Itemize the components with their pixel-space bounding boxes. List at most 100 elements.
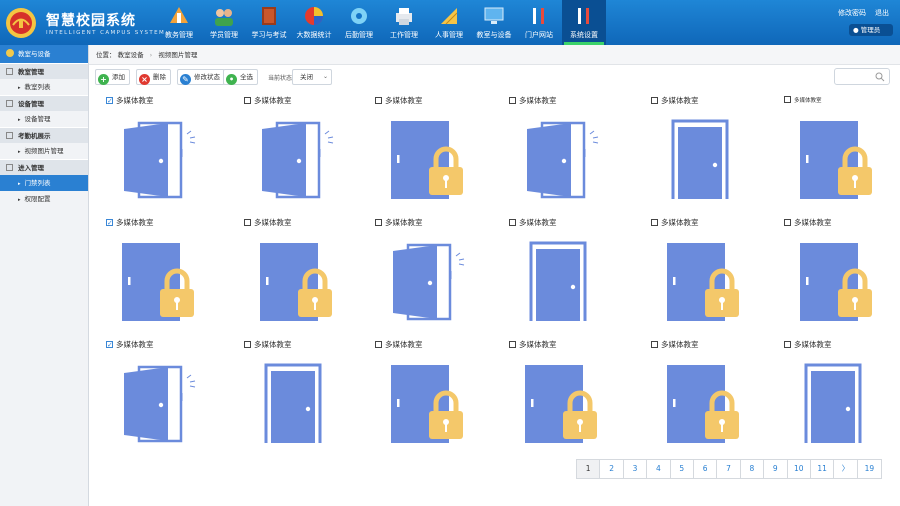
door-card[interactable]: 多媒体教室 [244,217,364,335]
select-checkbox[interactable] [784,96,791,103]
door-card[interactable]: 多媒体教室 [106,95,226,213]
nav-hr[interactable]: 人事管理 [427,0,471,45]
add-button[interactable]: + 添加 [95,69,130,85]
select-checkbox[interactable] [509,341,516,348]
open-door-icon[interactable] [509,109,609,209]
sidebar-item-device-manage[interactable]: 设备管理 [0,111,88,127]
locked-door-icon[interactable] [784,109,884,209]
sidebar-group-classroom[interactable]: 教室管理 [0,63,88,79]
sidebar-item-video-images[interactable]: 视频图片管理 [0,143,88,159]
nav-portal[interactable]: 门户网站 [517,0,561,45]
sidebar-item-classroom-list[interactable]: 教室列表 [0,79,88,95]
door-card[interactable]: 多媒体教室 [784,217,900,335]
last-page-button[interactable]: 19 [857,460,882,478]
select-checkbox[interactable] [106,95,113,107]
door-card[interactable]: 多媒体教室 [651,95,771,213]
select-checkbox[interactable] [375,97,382,104]
wrench-icon [533,8,544,24]
door-card[interactable]: 多媒体教室 [784,95,900,213]
page-button[interactable]: 9 [764,460,788,478]
door-card[interactable]: 多媒体教室 [106,217,226,335]
closed-door-icon[interactable] [784,353,884,453]
locked-door-icon[interactable] [509,353,609,453]
page-button[interactable]: 5 [670,460,694,478]
door-card[interactable]: 多媒体教室 [509,217,629,335]
select-all-button[interactable]: • 全选 [223,69,258,85]
select-checkbox[interactable] [244,219,251,226]
select-checkbox[interactable] [509,219,516,226]
nav-classroom-device[interactable]: 教室与设备 [472,0,516,45]
locked-door-icon[interactable] [784,231,884,331]
nav-logistics[interactable]: 后勤管理 [337,0,381,45]
select-checkbox[interactable] [244,97,251,104]
breadcrumb-parent[interactable]: 教室设备 [118,51,144,59]
page-button[interactable]: 11 [810,460,835,478]
sidebar-item-permissions[interactable]: 权限配置 [0,191,88,207]
door-card[interactable]: 多媒体教室 [509,339,629,457]
next-page-button[interactable]: 〉 [834,460,858,478]
locked-door-icon[interactable] [375,109,475,209]
nav-study-exam[interactable]: 学习与考试 [247,0,291,45]
closed-door-icon[interactable] [244,353,344,453]
door-card[interactable]: 多媒体教室 [509,95,629,213]
door-card[interactable]: 多媒体教室 [106,339,226,457]
select-checkbox[interactable] [509,97,516,104]
select-checkbox[interactable] [106,217,113,229]
select-checkbox[interactable] [784,219,791,226]
page-button[interactable]: 8 [740,460,765,478]
select-checkbox[interactable] [244,341,251,348]
gear-icon [351,8,367,24]
closed-door-icon[interactable] [509,231,609,331]
page-button[interactable]: 6 [693,460,718,478]
open-door-icon[interactable] [106,109,206,209]
page-button[interactable]: 2 [600,460,624,478]
page-button[interactable]: 7 [717,460,741,478]
nav-teaching[interactable]: 教务管理 [157,0,201,45]
open-door-icon[interactable] [244,109,344,209]
door-card[interactable]: 多媒体教室 [244,339,364,457]
edit-status-button[interactable]: ✎ 修改状态 [177,69,225,85]
select-checkbox[interactable] [651,97,658,104]
locked-door-icon[interactable] [106,231,206,331]
logout-link[interactable]: 退出 [875,8,889,18]
select-checkbox[interactable] [651,341,658,348]
door-card[interactable]: 多媒体教室 [375,95,495,213]
closed-door-icon[interactable] [651,109,751,209]
select-checkbox[interactable] [106,339,113,351]
sidebar-group-device[interactable]: 设备管理 [0,95,88,111]
door-card[interactable]: 多媒体教室 [651,217,771,335]
select-checkbox[interactable] [375,219,382,226]
locked-door-icon[interactable] [375,353,475,453]
delete-button[interactable]: × 删除 [136,69,171,85]
search-input[interactable] [834,68,890,85]
page-button[interactable]: 1 [577,460,601,478]
select-checkbox[interactable] [375,341,382,348]
page-button[interactable]: 10 [787,460,811,478]
nav-system-settings[interactable]: 系统设置 [562,0,606,45]
door-card[interactable]: 多媒体教室 [784,339,900,457]
locked-door-icon[interactable] [651,231,751,331]
open-door-icon[interactable] [375,231,475,331]
locked-door-icon[interactable] [651,353,751,453]
sidebar-header[interactable]: 教室与设备 [0,45,88,63]
door-card[interactable]: 多媒体教室 [244,95,364,213]
page-button[interactable]: 4 [647,460,671,478]
select-checkbox[interactable] [784,341,791,348]
sidebar-group-access[interactable]: 进入管理 [0,159,88,175]
door-card[interactable]: 多媒体教室 [375,217,495,335]
page-button[interactable]: 3 [623,460,648,478]
select-checkbox[interactable] [651,219,658,226]
door-card[interactable]: 多媒体教室 [651,339,771,457]
locked-door-icon[interactable] [244,231,344,331]
status-select[interactable]: 关闭 ⌄ [292,69,332,85]
open-door-icon[interactable] [106,353,206,453]
nav-work[interactable]: 工作管理 [382,0,426,45]
nav-students[interactable]: 学员管理 [202,0,246,45]
door-card[interactable]: 多媒体教室 [375,339,495,457]
change-password-link[interactable]: 修改密码 [838,8,866,18]
sidebar-group-attendance[interactable]: 考勤机展示 [0,127,88,143]
user-menu[interactable]: ● 管理员 [849,24,893,36]
sidebar-item-access-list[interactable]: 门禁列表 [0,175,88,191]
printer-icon [396,8,412,25]
nav-bigdata[interactable]: 大数据统计 [292,0,336,45]
